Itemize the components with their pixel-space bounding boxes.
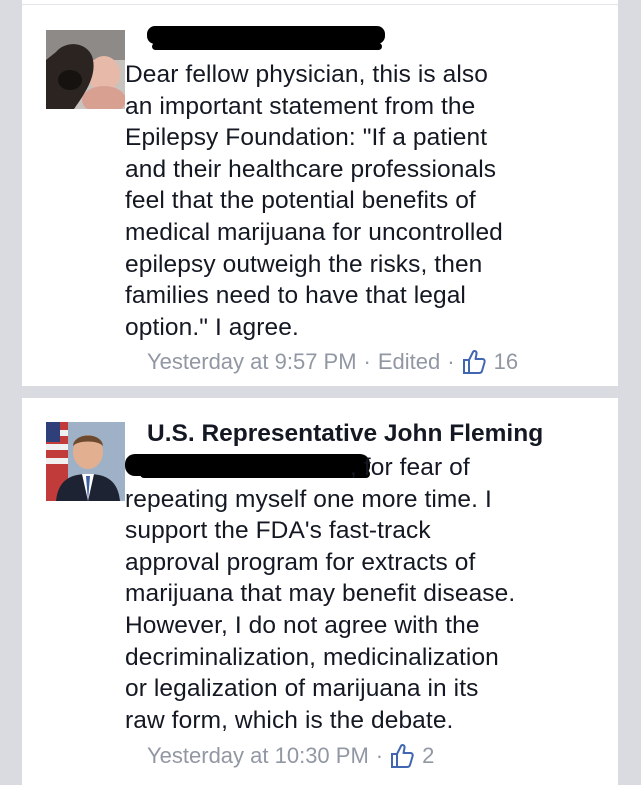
separator: · <box>363 349 371 374</box>
comment-author[interactable]: U.S. Representative John Fleming <box>147 418 543 450</box>
comment-line: feel that the potential benefits of <box>125 187 476 215</box>
comment-meta: Yesterday at 10:30 PM · 2 <box>147 743 434 769</box>
comment-line: approval program for extracts of <box>125 548 476 576</box>
separator: · <box>375 743 384 768</box>
comment-line: option." I agree. <box>125 313 299 341</box>
timestamp-link[interactable]: Yesterday at 10:30 PM <box>147 743 369 769</box>
comment-meta: Yesterday at 9:57 PM · Edited · 16 <box>147 349 518 375</box>
comment-line: raw form, which is the debate. <box>125 706 454 734</box>
comment-text: , for fear of repeating myself one more … <box>125 452 585 736</box>
comment-text: Dear fellow physician, this is also an i… <box>125 59 585 343</box>
comment-line: However, I do not agree with the <box>125 611 480 639</box>
edited-link[interactable]: Edited <box>378 349 440 375</box>
thumbs-up-icon[interactable] <box>390 743 414 769</box>
comment-line: Epilepsy Foundation: "If a patient <box>125 124 488 152</box>
thumbs-up-icon[interactable] <box>462 349 486 375</box>
comment-line-tail: , for fear of <box>350 454 470 481</box>
avatar-image <box>46 30 125 109</box>
redacted-mark <box>152 43 382 50</box>
comment-line: or legalization of marijuana in its <box>125 675 479 703</box>
avatar[interactable] <box>46 422 125 501</box>
divider <box>22 4 618 5</box>
timestamp-link[interactable]: Yesterday at 9:57 PM <box>147 349 357 375</box>
comment-line: and their healthcare professionals <box>125 155 497 183</box>
comment-line: an important statement from the <box>125 92 476 120</box>
avatar-image <box>46 422 125 501</box>
like-count[interactable]: 2 <box>422 743 434 769</box>
redacted-author-name <box>147 26 385 44</box>
comment-line: decriminalization, medicinalization <box>125 643 499 671</box>
comment-line: marijuana that may benefit disease. <box>125 580 516 608</box>
comment-line: medical marijuana for uncontrolled <box>125 218 503 246</box>
like-count[interactable]: 16 <box>494 349 518 375</box>
avatar[interactable] <box>46 30 125 109</box>
comment-line: epilepsy outweigh the risks, then <box>125 250 483 278</box>
comment-line: , for fear of <box>125 452 585 484</box>
separator: · <box>447 349 455 374</box>
comment-line: Dear fellow physician, this is also <box>125 61 488 88</box>
comment-line: repeating myself one more time. I <box>125 485 492 513</box>
comment-line: support the FDA's fast-track <box>125 517 431 545</box>
comment-line: families need to have that legal <box>125 282 466 310</box>
